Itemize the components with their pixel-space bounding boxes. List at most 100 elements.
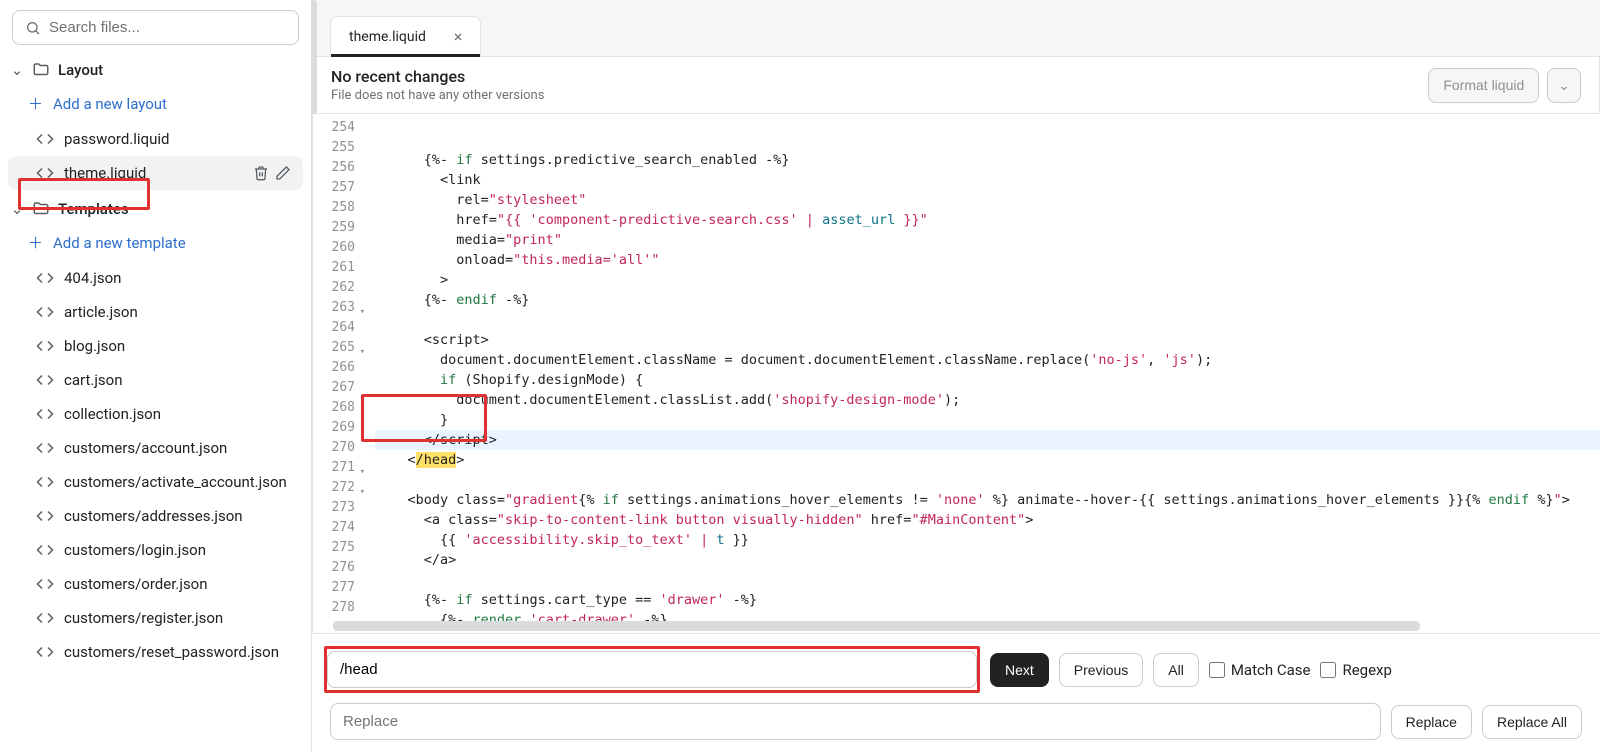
code-line[interactable]: } — [375, 410, 1600, 430]
file-item[interactable]: customers/login.json — [8, 533, 303, 567]
code-icon — [36, 303, 54, 321]
code-icon — [36, 405, 54, 423]
match-case-checkbox[interactable]: Match Case — [1209, 661, 1311, 679]
match-case-input[interactable] — [1209, 662, 1225, 678]
chevron-down-icon: ⌄ — [1558, 77, 1570, 93]
code-line[interactable]: <script> — [375, 330, 1600, 350]
delete-icon[interactable] — [253, 165, 269, 181]
code-line[interactable]: media="print" — [375, 230, 1600, 250]
tab-label: theme.liquid — [349, 29, 426, 45]
add-template-link[interactable]: ＋ Add a new template — [0, 224, 311, 261]
find-all-button[interactable]: All — [1153, 653, 1199, 687]
code-line[interactable]: </head> — [375, 450, 1600, 470]
file-item[interactable]: article.json — [8, 295, 303, 329]
code-icon — [36, 439, 54, 457]
code-icon — [36, 575, 54, 593]
code-line[interactable]: document.documentElement.classList.add('… — [375, 390, 1600, 410]
file-label: customers/activate_account.json — [64, 473, 291, 491]
find-next-button[interactable]: Next — [990, 653, 1049, 687]
code-line[interactable] — [375, 570, 1600, 590]
code-line[interactable]: > — [375, 270, 1600, 290]
version-info-bar: No recent changes File does not have any… — [312, 56, 1600, 114]
file-item[interactable]: customers/register.json — [8, 601, 303, 635]
code-line[interactable]: <body class="gradient{% if settings.anim… — [375, 490, 1600, 510]
section-label: Templates — [58, 200, 129, 218]
edit-icon[interactable] — [275, 165, 291, 181]
file-item[interactable]: cart.json — [8, 363, 303, 397]
code-icon — [36, 269, 54, 287]
format-dropdown-button[interactable]: ⌄ — [1547, 68, 1581, 103]
file-label: customers/addresses.json — [64, 507, 291, 525]
code-line[interactable] — [375, 310, 1600, 330]
file-label: blog.json — [64, 337, 291, 355]
code-icon — [36, 130, 54, 148]
regexp-input[interactable] — [1320, 662, 1336, 678]
code-area[interactable]: {%- if settings.predictive_search_enable… — [361, 114, 1600, 633]
search-input[interactable] — [49, 19, 286, 36]
tab-bar: theme.liquid × — [312, 0, 1600, 56]
file-item[interactable]: customers/addresses.json — [8, 499, 303, 533]
add-layout-link[interactable]: ＋ Add a new layout — [0, 85, 311, 122]
find-input[interactable] — [327, 651, 977, 688]
find-previous-button[interactable]: Previous — [1059, 653, 1143, 687]
code-line[interactable]: <link — [375, 170, 1600, 190]
find-replace-bar: Next Previous All Match Case Regexp Repl… — [312, 633, 1600, 752]
code-line[interactable]: document.documentElement.className = doc… — [375, 350, 1600, 370]
file-item[interactable]: collection.json — [8, 397, 303, 431]
file-item[interactable]: password.liquid — [8, 122, 303, 156]
code-line[interactable]: {%- endif -%} — [375, 290, 1600, 310]
code-icon — [36, 164, 54, 182]
code-editor[interactable]: 254255256257258259260261262263▾264265▾26… — [312, 114, 1600, 633]
folder-icon — [32, 61, 50, 79]
replace-input[interactable] — [330, 703, 1381, 740]
file-item[interactable]: customers/activate_account.json — [8, 465, 303, 499]
file-item[interactable]: customers/order.json — [8, 567, 303, 601]
file-sidebar: ⌄ Layout ＋ Add a new layout password.liq… — [0, 0, 312, 752]
file-label: customers/login.json — [64, 541, 291, 559]
code-line[interactable]: rel="stylesheet" — [375, 190, 1600, 210]
code-icon — [36, 507, 54, 525]
file-item[interactable]: blog.json — [8, 329, 303, 363]
format-liquid-button[interactable]: Format liquid — [1428, 68, 1539, 103]
file-label: customers/order.json — [64, 575, 291, 593]
code-icon — [36, 643, 54, 661]
file-label: password.liquid — [64, 130, 291, 148]
close-icon[interactable]: × — [454, 27, 463, 46]
code-icon — [36, 541, 54, 559]
section-label: Layout — [58, 61, 103, 79]
file-label: customers/register.json — [64, 609, 291, 627]
search-files[interactable] — [12, 10, 299, 45]
section-templates[interactable]: ⌄ Templates — [0, 190, 311, 224]
editor-main: theme.liquid × No recent changes File do… — [312, 0, 1600, 752]
code-line[interactable]: {{ 'accessibility.skip_to_text' | t }} — [375, 530, 1600, 550]
file-item[interactable]: 404.json — [8, 261, 303, 295]
code-line[interactable]: onload="this.media='all'" — [375, 250, 1600, 270]
section-layout[interactable]: ⌄ Layout — [0, 51, 311, 85]
code-line[interactable]: <a class="skip-to-content-link button vi… — [375, 510, 1600, 530]
file-label: collection.json — [64, 405, 291, 423]
code-line[interactable] — [375, 470, 1600, 490]
plus-icon: ＋ — [28, 93, 43, 114]
add-template-label: Add a new template — [53, 234, 186, 252]
regexp-checkbox[interactable]: Regexp — [1320, 661, 1391, 679]
tab-theme-liquid[interactable]: theme.liquid × — [330, 16, 481, 56]
code-line[interactable]: </a> — [375, 550, 1600, 570]
file-item[interactable]: customers/account.json — [8, 431, 303, 465]
code-line[interactable]: href="{{ 'component-predictive-search.cs… — [375, 210, 1600, 230]
code-icon — [36, 337, 54, 355]
file-item[interactable]: theme.liquid — [8, 156, 303, 190]
file-label: customers/reset_password.json — [64, 643, 291, 661]
file-label: theme.liquid — [64, 164, 243, 182]
code-line[interactable]: </script> — [375, 430, 1600, 450]
horizontal-scrollbar[interactable] — [333, 621, 1420, 631]
file-label: customers/account.json — [64, 439, 291, 457]
file-label: cart.json — [64, 371, 291, 389]
replace-all-button[interactable]: Replace All — [1482, 705, 1582, 739]
file-item[interactable]: customers/reset_password.json — [8, 635, 303, 669]
code-line[interactable]: {%- if settings.cart_type == 'drawer' -%… — [375, 590, 1600, 610]
file-label: article.json — [64, 303, 291, 321]
code-line[interactable]: if (Shopify.designMode) { — [375, 370, 1600, 390]
code-icon — [36, 371, 54, 389]
replace-button[interactable]: Replace — [1391, 705, 1472, 739]
code-line[interactable]: {%- if settings.predictive_search_enable… — [375, 150, 1600, 170]
